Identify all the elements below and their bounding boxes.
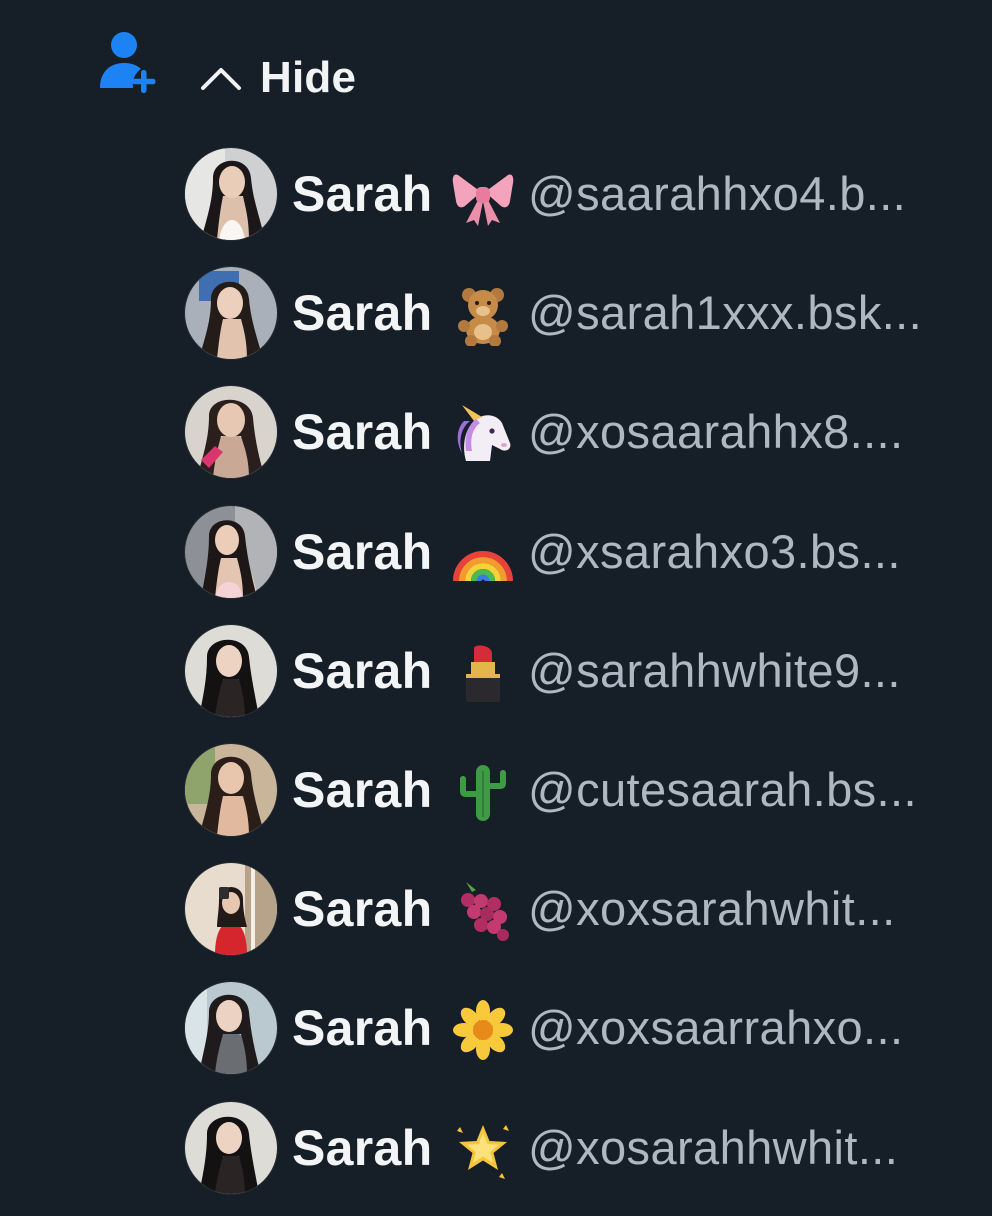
blossom-icon xyxy=(452,999,514,1061)
glowing-star-icon xyxy=(452,1119,514,1181)
avatar[interactable] xyxy=(185,148,277,240)
display-name: Sarah xyxy=(292,1000,433,1057)
account-row[interactable]: Sarah @sarahhwhite9... xyxy=(0,612,992,731)
account-row[interactable]: Sarah @sarah1xxx.bsk... xyxy=(0,254,992,373)
hide-toggle-button[interactable]: Hide xyxy=(200,48,356,108)
display-name: Sarah xyxy=(292,285,433,342)
display-name: Sarah xyxy=(292,166,433,222)
account-handle: @xsarahxo3.bs... xyxy=(528,524,901,578)
account-handle: @saarahhxo4.b... xyxy=(528,167,907,220)
avatar[interactable] xyxy=(185,1101,277,1194)
account-handle: @cutesaarah.bs... xyxy=(528,762,917,816)
account-handle: @xosarahhwhit... xyxy=(528,1120,899,1174)
hide-label: Hide xyxy=(260,53,357,102)
cactus-icon xyxy=(452,761,514,823)
account-handle: @xoxsaarrahxo... xyxy=(528,1001,904,1055)
avatar[interactable] xyxy=(185,386,277,479)
avatar[interactable] xyxy=(185,505,277,598)
rainbow-icon xyxy=(452,523,514,585)
avatar[interactable] xyxy=(185,982,277,1075)
display-name: Sarah xyxy=(292,404,433,461)
account-row[interactable]: Sarah @xosarahhwhit... xyxy=(0,1089,992,1208)
grapes-icon xyxy=(452,880,514,942)
account-handle: @sarahhwhite9... xyxy=(528,643,901,697)
unicorn-icon xyxy=(452,403,514,465)
account-row[interactable]: Sarah @xosaarahhx8.... xyxy=(0,373,992,492)
suggested-accounts-list: Sarah @saarahhxo4.b... Sarah @sarah1xxx.… xyxy=(0,135,992,1208)
account-row[interactable]: Sarah @cutesaarah.bs... xyxy=(0,731,992,850)
avatar[interactable] xyxy=(185,743,277,836)
avatar[interactable] xyxy=(185,863,277,956)
account-handle: @xosaarahhx8.... xyxy=(528,405,904,459)
display-name: Sarah xyxy=(292,642,433,699)
lipstick-icon xyxy=(452,642,514,704)
display-name: Sarah xyxy=(292,881,433,938)
account-handle: @xoxsarahwhit... xyxy=(528,882,896,936)
chevron-up-icon xyxy=(201,68,241,90)
account-row[interactable]: Sarah @xsarahxo3.bs... xyxy=(0,493,992,612)
account-handle: @sarah1xxx.bsk... xyxy=(528,286,923,340)
display-name: Sarah xyxy=(292,523,433,580)
avatar[interactable] xyxy=(185,624,277,717)
display-name: Sarah xyxy=(292,1119,433,1176)
account-row[interactable]: Sarah @xoxsaarrahxo... xyxy=(0,969,992,1088)
teddy-bear-icon xyxy=(452,284,514,347)
suggested-follows-header: Hide xyxy=(0,0,992,150)
person-add-icon[interactable] xyxy=(98,30,160,94)
account-row[interactable]: Sarah @xoxsarahwhit... xyxy=(0,850,992,969)
display-name: Sarah xyxy=(292,761,433,818)
account-row[interactable]: Sarah @saarahhxo4.b... xyxy=(0,135,992,254)
avatar[interactable] xyxy=(185,267,277,360)
ribbon-icon xyxy=(452,165,514,227)
